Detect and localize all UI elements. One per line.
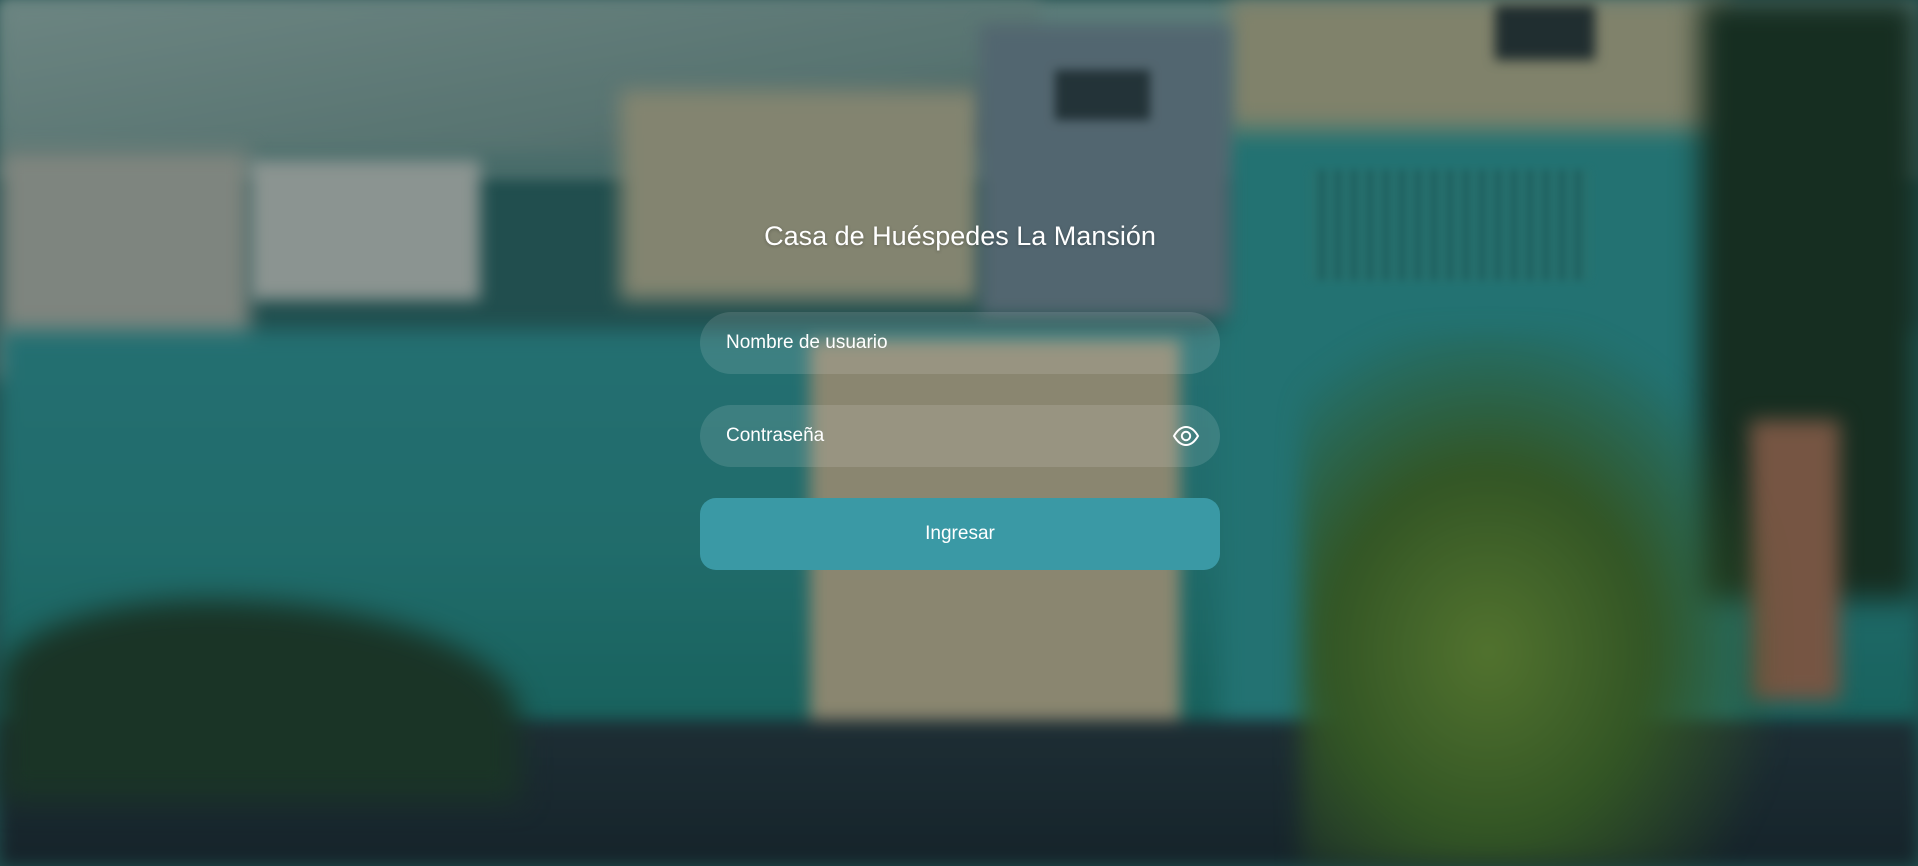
page-title: Casa de Huéspedes La Mansión bbox=[764, 221, 1156, 251]
username-input[interactable] bbox=[700, 312, 1220, 374]
password-input[interactable] bbox=[700, 405, 1220, 467]
eye-icon[interactable] bbox=[1172, 423, 1200, 449]
login-button[interactable]: Ingresar bbox=[700, 498, 1220, 570]
login-form: Casa de Huéspedes La Mansión Ingresar bbox=[700, 210, 1220, 570]
username-field-wrapper bbox=[700, 312, 1220, 374]
password-field-wrapper bbox=[700, 405, 1220, 467]
